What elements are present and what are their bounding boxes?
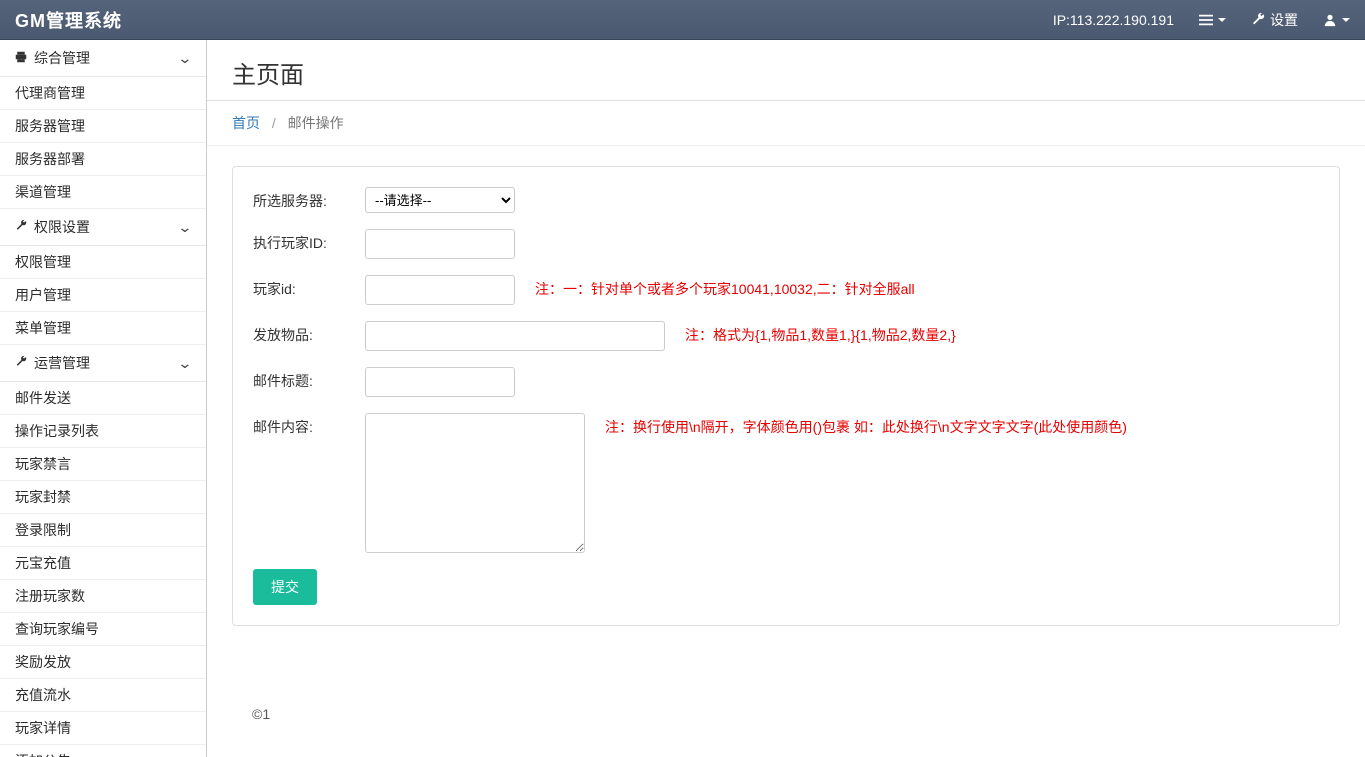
sidebar-item[interactable]: 玩家详情: [0, 712, 206, 745]
breadcrumb: 首页 / 邮件操作: [207, 100, 1365, 146]
navbar-right: IP:113.222.190.191 设置: [1053, 10, 1350, 30]
breadcrumb-current: 邮件操作: [288, 115, 344, 131]
sidebar: 综合管理 ⌄ 代理商管理服务器管理服务器部署渠道管理权限设置 ⌄ 权限管理用户管理菜单管…: [0, 40, 207, 757]
chevron-down-icon: ⌄: [178, 50, 193, 67]
sidebar-item[interactable]: 服务器管理: [0, 110, 206, 143]
sidebar-item[interactable]: 登录限制: [0, 514, 206, 547]
sidebar-item[interactable]: 奖励发放: [0, 646, 206, 679]
nav-user-dropdown[interactable]: [1323, 13, 1350, 27]
items-input[interactable]: [365, 321, 665, 351]
user-icon: [1323, 13, 1337, 27]
items-label: 发放物品:: [253, 321, 365, 345]
app-brand: GM管理系统: [15, 7, 122, 33]
nav-settings[interactable]: 设置: [1251, 10, 1298, 30]
player-id-input[interactable]: [365, 275, 515, 305]
breadcrumb-sep: /: [272, 115, 276, 131]
sidebar-item[interactable]: 元宝充值: [0, 547, 206, 580]
mail-content-note: 注：换行使用\n隔开，字体颜色用()包裹 如：此处换行\n文字文字文字(此处使用…: [605, 413, 1127, 437]
breadcrumb-home[interactable]: 首页: [232, 115, 260, 131]
mail-title-label: 邮件标题:: [253, 367, 365, 391]
sidebar-section-header[interactable]: 运营管理 ⌄: [0, 345, 206, 382]
sidebar-item[interactable]: 权限管理: [0, 246, 206, 279]
sidebar-item[interactable]: 菜单管理: [0, 312, 206, 345]
sidebar-item[interactable]: 查询玩家编号: [0, 613, 206, 646]
mail-content-label: 邮件内容:: [253, 413, 365, 437]
sidebar-section-title: 权限设置: [34, 217, 90, 237]
chevron-down-icon: ⌄: [178, 219, 193, 236]
sidebar-item[interactable]: 代理商管理: [0, 77, 206, 110]
wrench-icon: [15, 219, 27, 235]
wrench-icon: [1251, 13, 1265, 27]
page-title: 主页面: [232, 55, 1340, 90]
sidebar-item[interactable]: 邮件发送: [0, 382, 206, 415]
sidebar-item[interactable]: 渠道管理: [0, 176, 206, 209]
items-note: 注：格式为{1,物品1,数量1,}{1,物品2,数量2,}: [685, 321, 956, 345]
server-label: 所选服务器:: [253, 187, 365, 211]
caret-icon: [1342, 18, 1350, 26]
exec-player-label: 执行玩家ID:: [253, 229, 365, 253]
sidebar-item[interactable]: 注册玩家数: [0, 580, 206, 613]
sidebar-section-header[interactable]: 权限设置 ⌄: [0, 209, 206, 246]
mail-content-textarea[interactable]: [365, 413, 585, 553]
sidebar-item[interactable]: 添加公告: [0, 745, 206, 757]
ip-display: IP:113.222.190.191: [1053, 12, 1174, 28]
sidebar-item[interactable]: 服务器部署: [0, 143, 206, 176]
nav-list-dropdown[interactable]: [1199, 13, 1226, 27]
sidebar-item[interactable]: 玩家禁言: [0, 448, 206, 481]
exec-player-input[interactable]: [365, 229, 515, 259]
sidebar-section-title: 运营管理: [34, 353, 90, 373]
print-icon: [15, 50, 27, 66]
settings-label: 设置: [1270, 10, 1298, 30]
sidebar-item[interactable]: 充值流水: [0, 679, 206, 712]
list-icon: [1199, 13, 1213, 27]
submit-button[interactable]: 提交: [253, 569, 317, 605]
sidebar-item[interactable]: 玩家封禁: [0, 481, 206, 514]
player-id-label: 玩家id:: [253, 275, 365, 299]
sidebar-section-header[interactable]: 综合管理 ⌄: [0, 40, 206, 77]
player-id-note: 注：一：针对单个或者多个玩家10041,10032,二：针对全服all: [535, 275, 915, 299]
wrench-icon: [15, 355, 27, 371]
server-select[interactable]: --请选择--: [365, 187, 515, 213]
sidebar-item[interactable]: 用户管理: [0, 279, 206, 312]
navbar: GM管理系统 IP:113.222.190.191 设置: [0, 0, 1365, 40]
sidebar-section-title: 综合管理: [34, 48, 90, 68]
caret-icon: [1218, 18, 1226, 26]
ip-text: IP:113.222.190.191: [1053, 12, 1174, 28]
mail-title-input[interactable]: [365, 367, 515, 397]
main-content: 主页面 首页 / 邮件操作 所选服务器: --请选择-- 执行玩家ID:: [207, 40, 1365, 757]
sidebar-item[interactable]: 操作记录列表: [0, 415, 206, 448]
chevron-down-icon: ⌄: [178, 355, 193, 372]
footer: ©1: [232, 666, 1340, 742]
form-panel: 所选服务器: --请选择-- 执行玩家ID: 玩家id: 注：一：针对单个或者多…: [232, 166, 1340, 626]
